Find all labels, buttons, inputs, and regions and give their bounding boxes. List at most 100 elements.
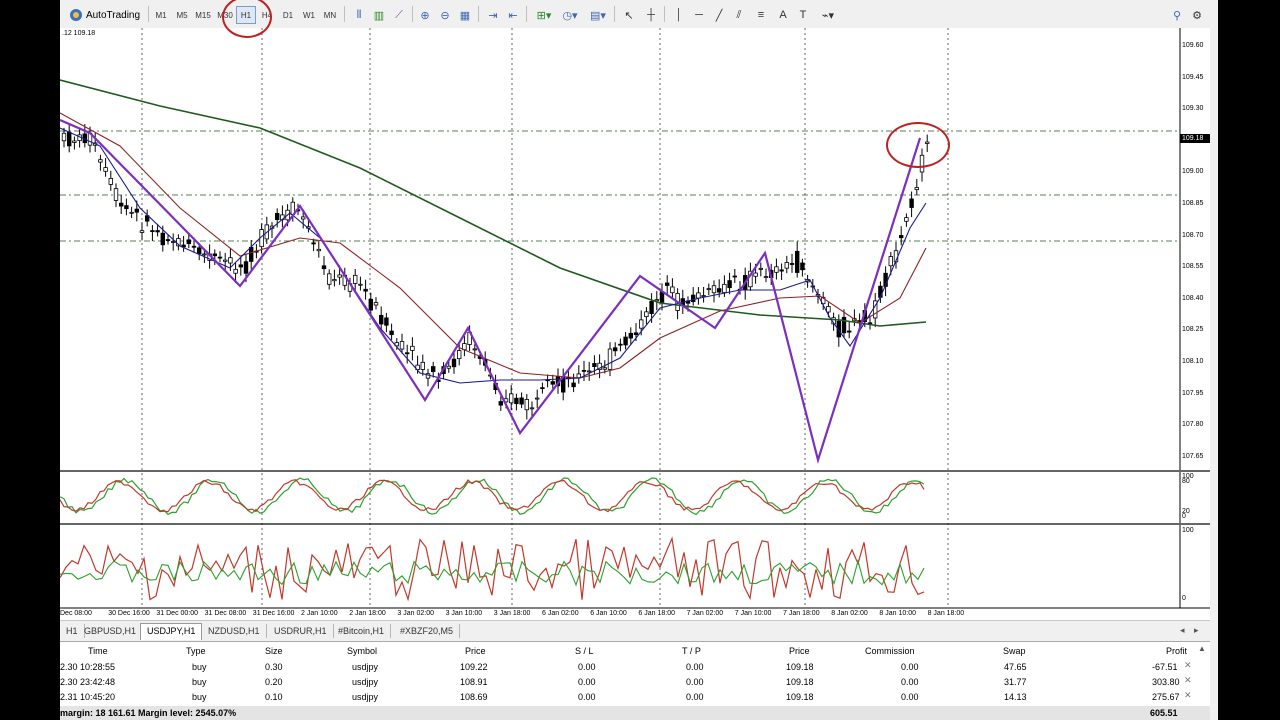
close-position-icon[interactable]: ✕	[1184, 660, 1192, 671]
shapes-icon[interactable]: ⌁▾	[816, 6, 840, 24]
autoscroll-icon[interactable]: ⇤	[504, 6, 522, 24]
zoom-out-icon[interactable]: ⊖	[436, 6, 454, 24]
header-commission[interactable]: Commission	[865, 646, 915, 656]
vertical-line-icon[interactable]: │	[670, 6, 688, 24]
header-swap[interactable]: Swap	[1003, 646, 1026, 656]
header-sl[interactable]: S / L	[575, 646, 594, 656]
candle-body	[389, 330, 394, 336]
chart-shift-icon[interactable]: ⇥	[484, 6, 502, 24]
autotrading-icon	[69, 9, 82, 21]
stoch-tick-label: 80	[1182, 478, 1190, 485]
indicators-icon[interactable]: ⊞▾	[532, 6, 556, 24]
tab-usdjpy[interactable]: USDJPY,H1	[140, 623, 203, 640]
trade-row[interactable]: 2.30 23:42:48 buy 0.20 usdjpy 108.91 0.0…	[60, 675, 1210, 690]
text-icon[interactable]: A	[774, 6, 792, 24]
stoch-signal-line	[60, 479, 925, 513]
candle-body	[404, 352, 410, 355]
time-tick-label: 6 Jan 02:00	[542, 610, 579, 617]
candlestick-chart-icon[interactable]: ▥	[370, 6, 388, 24]
candle-body	[233, 268, 238, 274]
stoch-main-line	[60, 477, 925, 516]
header-size[interactable]: Size	[265, 646, 283, 656]
header-profit[interactable]: Profit	[1166, 646, 1187, 656]
candle-body	[202, 253, 207, 256]
price-tick-label: 108.85	[1182, 200, 1204, 207]
candle-body	[300, 216, 306, 220]
settings-icon[interactable]: ⚙	[1188, 6, 1206, 24]
header-price[interactable]: Price	[465, 646, 486, 656]
candle-body	[150, 230, 155, 232]
tab-scroll-left-icon[interactable]: ◂	[1180, 625, 1185, 636]
cursor-icon[interactable]: ↖	[620, 6, 638, 24]
candle-body	[222, 259, 228, 262]
header-tp[interactable]: T / P	[682, 646, 701, 656]
candle-body	[430, 366, 436, 372]
time-tick-label: Dec 08:00	[60, 610, 92, 617]
channel-icon[interactable]: ⫽	[730, 6, 748, 24]
price-tick-label: 107.65	[1182, 452, 1204, 460]
trade-terminal: Time Type Size Symbol Price S / L T / P …	[60, 641, 1210, 720]
header-type[interactable]: Type	[186, 646, 206, 656]
trade-commission: 0.00	[901, 692, 919, 702]
close-position-icon[interactable]: ✕	[1184, 675, 1192, 686]
candle-body	[316, 248, 321, 252]
tab-scroll-right-icon[interactable]: ▸	[1194, 625, 1199, 636]
text-label-icon[interactable]: T	[794, 6, 812, 24]
candle-body	[789, 263, 795, 265]
header-time[interactable]: Time	[88, 646, 108, 656]
candle-body	[134, 208, 139, 213]
candle-body	[633, 332, 639, 336]
candle-body	[670, 286, 675, 294]
trade-symbol: usdjpy	[352, 677, 379, 687]
trade-type: buy	[192, 662, 207, 672]
candle-body	[61, 132, 67, 142]
horizontal-line-icon[interactable]: ─	[690, 6, 708, 24]
candle-body	[352, 274, 358, 284]
timeframe-m1-button[interactable]: M1	[151, 6, 171, 24]
header-current-price[interactable]: Price	[789, 646, 810, 656]
tab-gbpusd[interactable]: GBPUSD,H1	[78, 624, 144, 638]
candle-body	[248, 246, 254, 262]
scroll-up-icon[interactable]: ▲	[1198, 644, 1206, 653]
candle-body	[321, 265, 327, 270]
search-icon[interactable]: ⚲	[1168, 6, 1186, 24]
timeframe-w1-button[interactable]: W1	[299, 6, 319, 24]
tab-xbzf20[interactable]: #XBZF20,M5	[394, 624, 461, 638]
tile-windows-icon[interactable]: ▦	[456, 6, 474, 24]
account-margin-text: margin: 18 161.61 Margin level: 2545.07%	[60, 708, 237, 718]
trade-open-price: 109.22	[460, 662, 488, 672]
timeframe-mn-button[interactable]: MN	[320, 6, 340, 24]
bar-chart-icon[interactable]: ⫴	[350, 6, 368, 24]
tab-usdrur[interactable]: USDRUR,H1	[268, 624, 334, 638]
fibonacci-icon[interactable]: ≡	[752, 6, 770, 24]
trade-open-price: 108.91	[460, 677, 488, 687]
autotrading-button[interactable]: AutoTrading	[64, 6, 146, 24]
close-position-icon[interactable]: ✕	[1184, 690, 1192, 701]
candle-body	[779, 269, 784, 272]
line-chart-icon[interactable]: ⟋	[390, 6, 408, 24]
trendline-icon[interactable]: ╱	[710, 6, 728, 24]
candle-body	[358, 283, 363, 286]
candle-body	[171, 241, 176, 243]
trade-row[interactable]: 2.31 10:45:20 buy 0.10 usdjpy 108.69 0.0…	[60, 690, 1210, 705]
candle-body	[191, 245, 197, 248]
candle-body	[508, 393, 514, 404]
tab-bitcoin[interactable]: #Bitcoin,H1	[332, 624, 392, 638]
timeframe-m15-button[interactable]: M15	[193, 6, 213, 24]
header-symbol[interactable]: Symbol	[347, 646, 377, 656]
templates-icon[interactable]: ▤▾	[586, 6, 610, 24]
crosshair-icon[interactable]: ┼	[642, 6, 660, 24]
price-chart[interactable]: .12 109.18 109.60109.45109.30109.15109.0…	[60, 28, 1210, 620]
chart-tabs-bar: H1 GBPUSD,H1 USDJPY,H1 NZDUSD,H1 USDRUR,…	[60, 620, 1210, 641]
timeframe-m5-button[interactable]: M5	[172, 6, 192, 24]
tab-nzdusd[interactable]: NZDUSD,H1	[202, 624, 267, 638]
trade-size: 0.30	[265, 662, 283, 672]
price-tick-label: 108.40	[1182, 294, 1204, 302]
timeframe-d1-button[interactable]: D1	[278, 6, 298, 24]
trade-swap: 31.77	[1004, 677, 1027, 687]
candle-body	[103, 167, 108, 172]
periods-clock-icon[interactable]: ◷▾	[558, 6, 582, 24]
trade-row[interactable]: 2.30 10:28:55 buy 0.30 usdjpy 109.22 0.0…	[60, 660, 1210, 675]
price-tick-label: 109.60	[1182, 42, 1204, 49]
zoom-in-icon[interactable]: ⊕	[416, 6, 434, 24]
